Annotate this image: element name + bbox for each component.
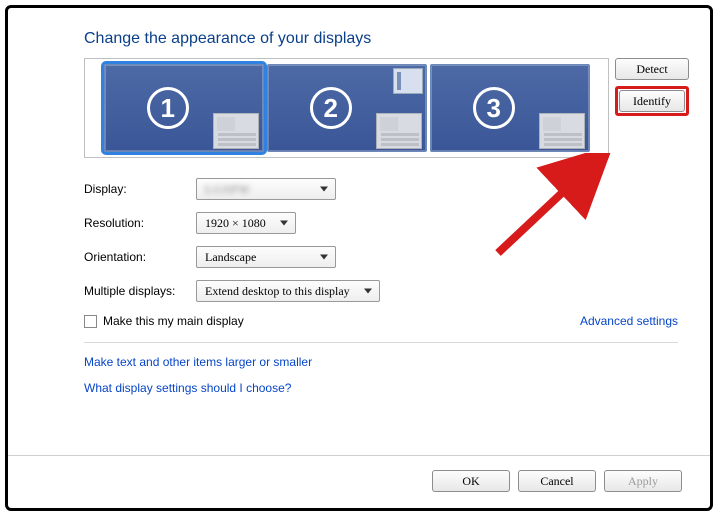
- checkbox-icon: [84, 315, 97, 328]
- monitor-number: 2: [310, 87, 352, 129]
- separator: [8, 455, 710, 456]
- monitor-number: 3: [473, 87, 515, 129]
- orientation-label: Orientation:: [84, 250, 196, 264]
- display-select-value: LGSPW: [205, 182, 251, 197]
- resolution-select[interactable]: 1920 × 1080: [196, 212, 296, 234]
- multiple-displays-label: Multiple displays:: [84, 284, 196, 298]
- cancel-button[interactable]: Cancel: [518, 470, 596, 492]
- monitor-2[interactable]: 2: [267, 64, 427, 152]
- display-label: Display:: [84, 182, 196, 196]
- orientation-select-value: Landscape: [205, 250, 256, 265]
- separator: [84, 342, 678, 343]
- monitor-arrangement-area[interactable]: 1 2 3: [84, 58, 609, 158]
- monitor-1[interactable]: 1: [104, 64, 264, 152]
- monitor-icon: [393, 68, 423, 94]
- main-display-checkbox[interactable]: Make this my main display: [84, 314, 244, 328]
- monitor-number: 1: [147, 87, 189, 129]
- help-link[interactable]: What display settings should I choose?: [84, 381, 678, 395]
- monitor-icon: [376, 113, 422, 149]
- advanced-settings-link[interactable]: Advanced settings: [580, 314, 678, 328]
- monitor-icon: [213, 113, 259, 149]
- text-size-link[interactable]: Make text and other items larger or smal…: [84, 355, 678, 369]
- monitor-icon: [539, 113, 585, 149]
- monitor-3[interactable]: 3: [430, 64, 590, 152]
- multiple-displays-select[interactable]: Extend desktop to this display: [196, 280, 380, 302]
- resolution-select-value: 1920 × 1080: [205, 216, 266, 231]
- ok-button[interactable]: OK: [432, 470, 510, 492]
- identify-callout-highlight: Identify: [615, 86, 689, 116]
- multiple-displays-select-value: Extend desktop to this display: [205, 284, 350, 299]
- page-title: Change the appearance of your displays: [84, 30, 678, 48]
- orientation-select[interactable]: Landscape: [196, 246, 336, 268]
- resolution-label: Resolution:: [84, 216, 196, 230]
- display-select[interactable]: LGSPW: [196, 178, 336, 200]
- detect-button[interactable]: Detect: [615, 58, 689, 80]
- main-display-checkbox-label: Make this my main display: [103, 314, 244, 328]
- apply-button[interactable]: Apply: [604, 470, 682, 492]
- identify-button[interactable]: Identify: [619, 90, 685, 112]
